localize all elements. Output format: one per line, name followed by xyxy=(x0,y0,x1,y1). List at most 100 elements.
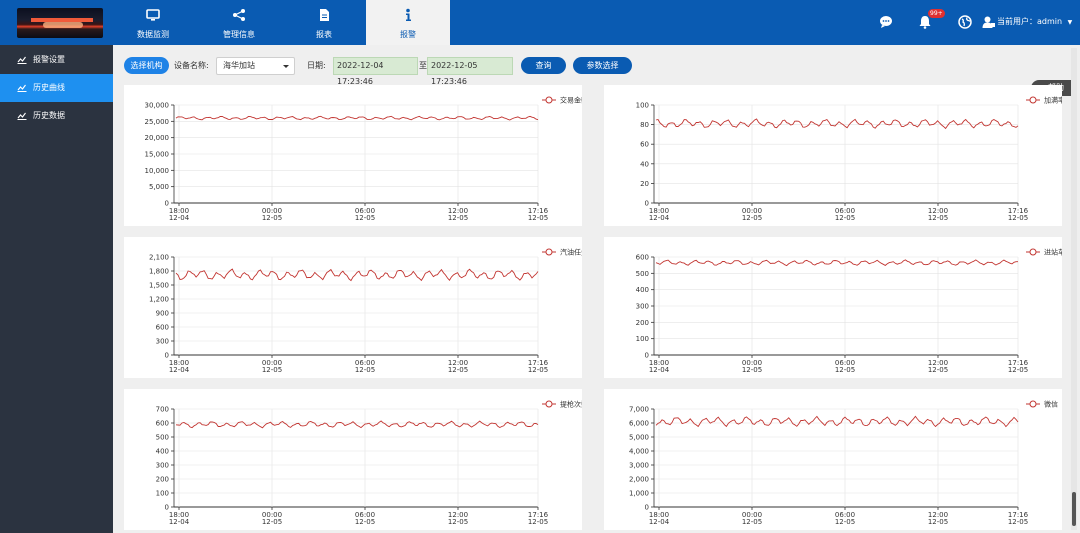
x-tick-label: 12-04 xyxy=(649,366,670,374)
y-tick-label: 100 xyxy=(156,490,169,498)
sidebar: 报警设置 历史曲线 历史数据 xyxy=(0,45,113,533)
x-tick-label: 12-05 xyxy=(742,518,762,526)
x-tick-label: 12-05 xyxy=(835,366,855,374)
param-select-button[interactable]: 参数选择 xyxy=(573,57,632,74)
sidebar-item-alarm-settings[interactable]: 报警设置 xyxy=(0,46,113,74)
query-button[interactable]: 查询 xyxy=(521,57,566,74)
sidebar-item-label: 历史数据 xyxy=(33,111,65,120)
y-tick-label: 500 xyxy=(156,434,169,442)
legend-label: 进站车次 xyxy=(1044,248,1062,257)
user-icon xyxy=(982,16,995,28)
y-tick-label: 2,100 xyxy=(149,254,169,262)
tab-label: 数据监测 xyxy=(137,30,169,39)
y-tick-label: 1,200 xyxy=(149,296,169,304)
y-tick-label: 10,000 xyxy=(145,167,170,175)
y-tick-label: 100 xyxy=(636,335,649,343)
legend-label: 提枪次数 xyxy=(560,400,582,409)
chart-svg-5: 010020030040050060070018:0012-0400:0012-… xyxy=(156,400,582,527)
y-tick-label: 300 xyxy=(636,303,649,311)
x-tick-label: 12-05 xyxy=(355,366,375,374)
device-name-select[interactable]: 海华加站 xyxy=(216,57,295,75)
legend-marker xyxy=(1029,96,1037,104)
x-tick-label: 12-05 xyxy=(528,518,548,526)
x-tick-label: 12-04 xyxy=(649,214,670,222)
legend-marker xyxy=(1029,248,1037,256)
logo-image xyxy=(17,8,103,38)
x-tick-label: 12-05 xyxy=(448,214,468,222)
y-tick-label: 30,000 xyxy=(145,102,170,110)
y-tick-label: 200 xyxy=(636,319,649,327)
date-end-input[interactable]: 2022-12-05 17:23:46 xyxy=(427,57,513,86)
y-tick-label: 25,000 xyxy=(145,118,170,126)
series-line xyxy=(655,259,1018,267)
x-tick-label: 12-05 xyxy=(1008,518,1028,526)
device-name-label: 设备名称: xyxy=(174,61,209,70)
x-tick-label: 12-05 xyxy=(262,214,282,222)
y-tick-label: 2,000 xyxy=(629,476,649,484)
y-tick-label: 300 xyxy=(156,338,169,346)
y-tick-label: 15,000 xyxy=(145,151,170,159)
caret-down-icon: ▼ xyxy=(1067,19,1073,26)
sidebar-item-label: 历史曲线 xyxy=(33,83,65,92)
x-tick-label: 12-05 xyxy=(528,366,548,374)
chart-svg-4: 010020030040050060018:0012-0400:0012-050… xyxy=(636,248,1062,375)
y-tick-label: 500 xyxy=(636,270,649,278)
sidebar-item-history-curve[interactable]: 历史曲线 xyxy=(0,74,113,102)
y-tick-label: 7,000 xyxy=(629,406,649,414)
y-tick-label: 40 xyxy=(640,160,649,168)
x-tick-label: 12-05 xyxy=(742,214,762,222)
x-tick-label: 12-05 xyxy=(448,518,468,526)
y-tick-label: 400 xyxy=(636,286,649,294)
globe-icon[interactable] xyxy=(958,15,972,29)
y-tick-label: 700 xyxy=(156,406,169,414)
tab-reports[interactable]: 报表 xyxy=(284,0,364,45)
legend-label: 汽油任务量 xyxy=(560,248,582,257)
scrollbar-thumb[interactable] xyxy=(1072,492,1076,526)
y-tick-label: 300 xyxy=(156,462,169,470)
chart-svg-1: 05,00010,00015,00020,00025,00030,00018:0… xyxy=(145,96,583,223)
select-org-button[interactable]: 选择机构 xyxy=(124,57,169,74)
top-nav-bar: 数据监测 管理信息 报表 报警 99+ 当前用户：admin ▼ xyxy=(0,0,1080,45)
scrollbar-track[interactable] xyxy=(1071,48,1077,530)
y-tick-label: 200 xyxy=(156,476,169,484)
legend-marker xyxy=(545,96,553,104)
chart-panel-6: 0 1,000 2,000 3,000 4,000 5,000 6,000 7,000 18:0… xyxy=(604,389,1062,530)
x-tick-label: 12-04 xyxy=(169,518,190,526)
legend-marker xyxy=(1029,400,1037,408)
legend-label: 微信 xyxy=(1044,400,1058,409)
line-chart-icon xyxy=(17,112,27,120)
chart-panel-3: 0 300 600 900 1,200 1,500 1,800 2,100 18:00 12-04… xyxy=(124,237,582,378)
x-tick-label: 12-05 xyxy=(528,214,548,222)
x-tick-label: 12-05 xyxy=(742,366,762,374)
tab-label: 报表 xyxy=(316,30,332,39)
y-tick-label: 1,000 xyxy=(629,490,649,498)
line-chart-icon xyxy=(17,56,27,64)
y-tick-label: 80 xyxy=(640,121,649,129)
legend-marker xyxy=(545,400,553,408)
y-tick-label: 1,800 xyxy=(149,268,169,276)
monitor-icon xyxy=(146,9,160,21)
current-user-label: 当前用户：admin xyxy=(997,17,1063,26)
tab-alarm[interactable]: 报警 xyxy=(366,0,450,45)
y-tick-label: 5,000 xyxy=(149,183,169,191)
x-tick-label: 12-04 xyxy=(169,214,190,222)
current-user-menu[interactable]: 当前用户：admin ▼ xyxy=(997,16,1072,27)
chart-panel-5: 0 100 200 300 400 500 600 700 18:00 12-04 00:00 12-… xyxy=(124,389,582,530)
caret-down-icon xyxy=(283,65,289,68)
y-tick-label: 5,000 xyxy=(629,434,649,442)
x-tick-label: 12-05 xyxy=(928,214,948,222)
x-tick-label: 12-05 xyxy=(928,518,948,526)
x-tick-label: 12-05 xyxy=(262,366,282,374)
chart-panel-2: 0 20 40 60 80 100 18:00 12-04 00:00 12-05 06:00 12-… xyxy=(604,85,1062,226)
x-tick-label: 12-05 xyxy=(448,366,468,374)
y-tick-label: 400 xyxy=(156,448,169,456)
y-tick-label: 4,000 xyxy=(629,448,649,456)
info-icon xyxy=(406,8,411,21)
sidebar-item-history-data[interactable]: 历史数据 xyxy=(0,102,113,130)
chat-icon[interactable] xyxy=(879,15,893,29)
date-start-input[interactable]: 2022-12-04 17:23:46 xyxy=(333,57,418,86)
y-tick-label: 60 xyxy=(640,141,649,149)
tab-data-monitor[interactable]: 数据监测 xyxy=(113,0,193,45)
y-tick-label: 600 xyxy=(156,420,169,428)
tab-management-info[interactable]: 管理信息 xyxy=(199,0,279,45)
